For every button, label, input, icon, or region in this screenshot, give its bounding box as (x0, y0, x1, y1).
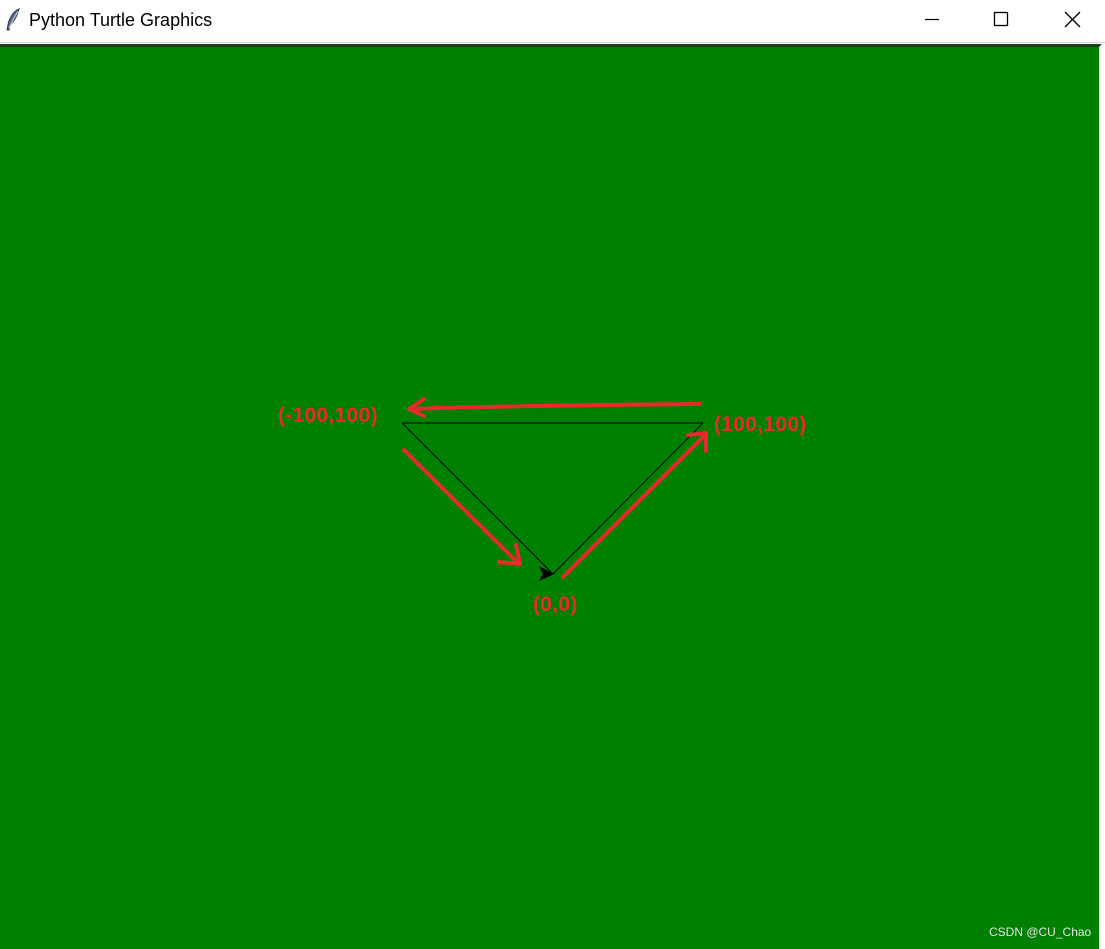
turtle-window: Python Turtle Graphics (-100,100) (100,1… (0, 0, 1105, 949)
vertex-label-right: (100,100) (714, 413, 807, 436)
triangle-left-edge (401, 422, 554, 575)
vertex-label-left: (-100,100) (278, 404, 378, 427)
watermark: CSDN @CU_Chao (989, 925, 1092, 939)
arrow-top-leftward (407, 397, 702, 418)
triangle-right-edge (552, 422, 704, 575)
arrow-left-down (402, 448, 522, 566)
vertex-label-origin: (0,0) (533, 593, 578, 616)
drawing-layer (401, 397, 708, 581)
arrow-right-up (561, 431, 708, 579)
turtle-cursor-icon (539, 566, 554, 581)
